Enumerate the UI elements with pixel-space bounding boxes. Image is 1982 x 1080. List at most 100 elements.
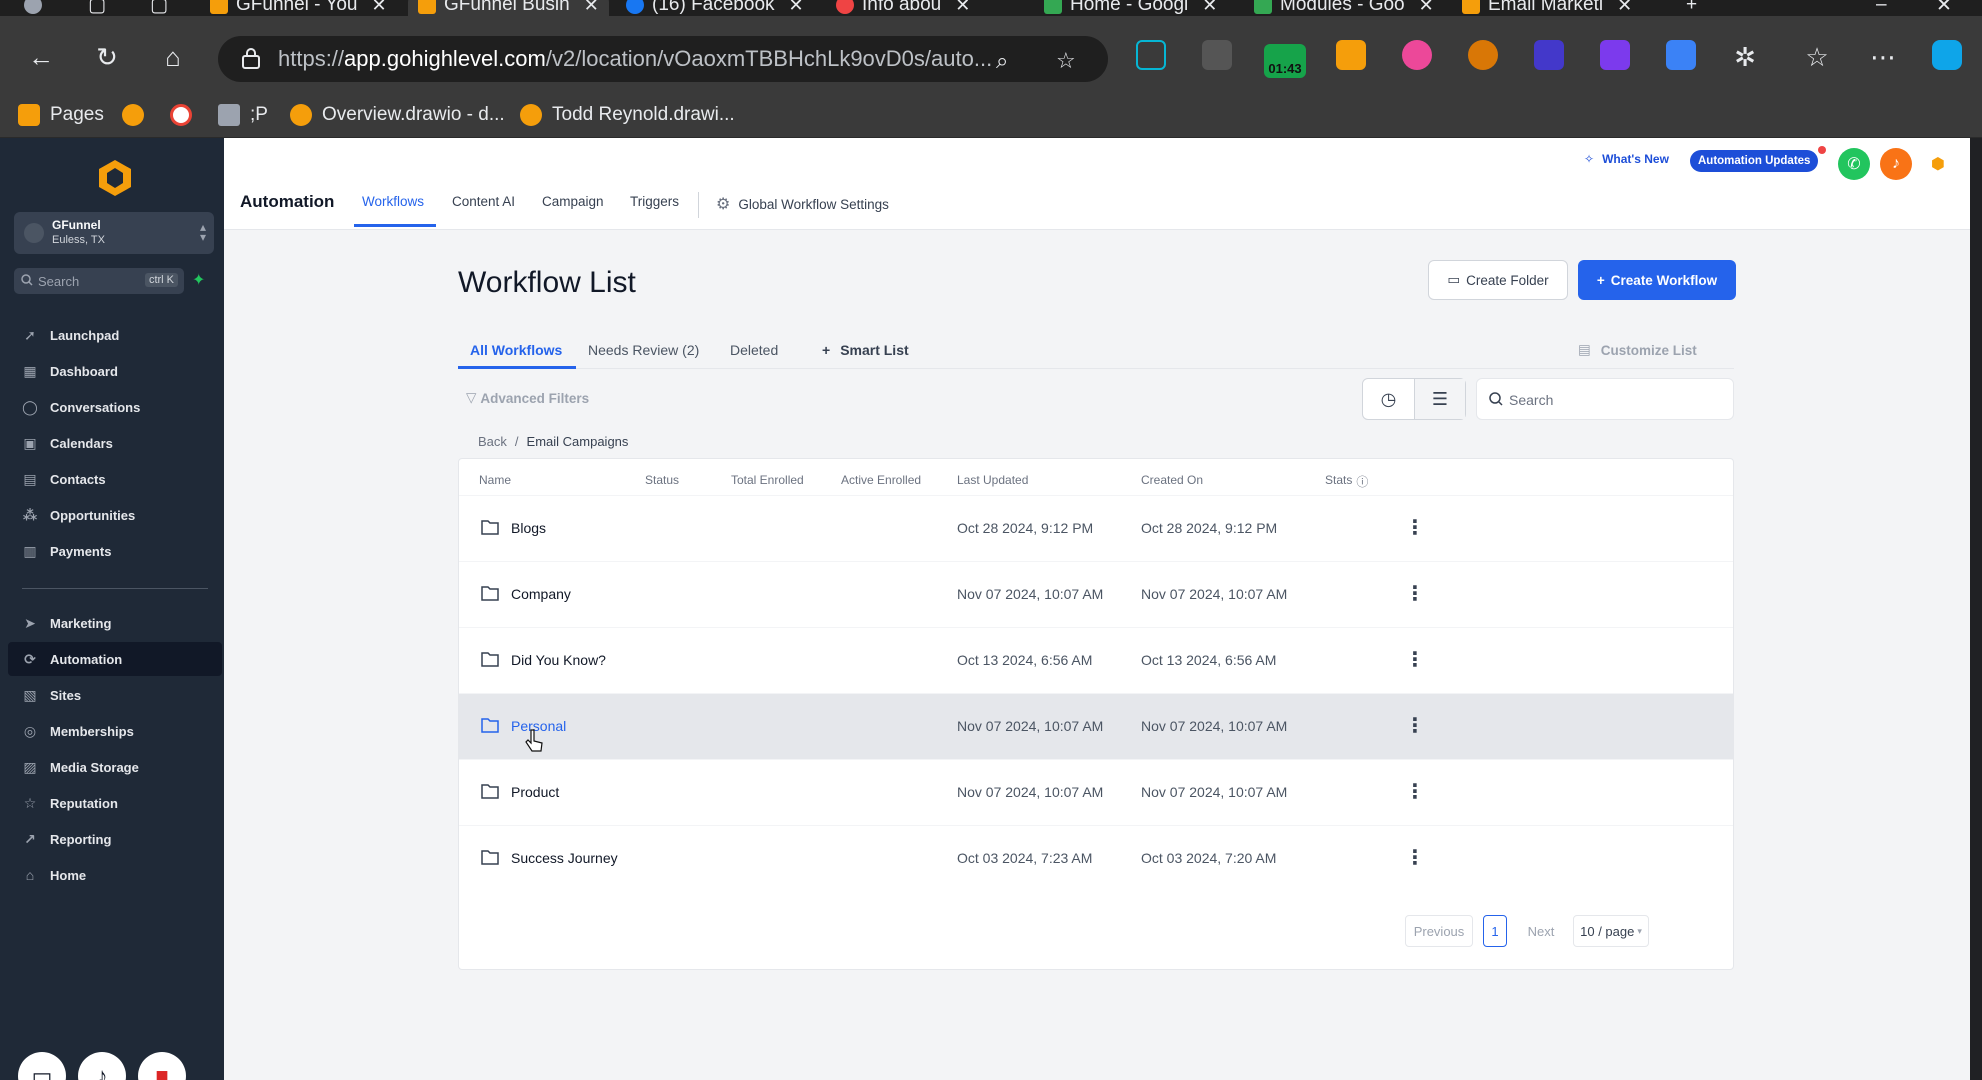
- browser-tab[interactable]: Email Marketi ✕: [1452, 0, 1642, 16]
- breadcrumb-back[interactable]: Back: [478, 434, 507, 449]
- address-bar[interactable]: https://app.gohighlevel.com/v2/location/…: [218, 36, 1108, 82]
- more-vertical-icon[interactable]: ⋮: [1403, 842, 1427, 872]
- sidebar-item-reporting[interactable]: ↗ Reporting: [8, 822, 222, 856]
- phone-icon[interactable]: ✆: [1838, 148, 1870, 180]
- sidebar-item-payments[interactable]: ▥ Payments: [8, 534, 222, 568]
- new-tab-icon[interactable]: +: [1676, 0, 1707, 16]
- table-row[interactable]: Product Nov 07 2024, 10:07 AM Nov 07 202…: [459, 759, 1733, 825]
- extensions-puzzle-icon[interactable]: ✲: [1728, 40, 1762, 74]
- row-name[interactable]: Company: [511, 586, 571, 602]
- global-workflow-settings-link[interactable]: ⚙ Global Workflow Settings: [716, 194, 889, 214]
- tab-actions-icon[interactable]: ▢: [140, 0, 178, 16]
- table-row[interactable]: Company Nov 07 2024, 10:07 AM Nov 07 202…: [459, 561, 1733, 627]
- record-stop-icon[interactable]: ■: [138, 1052, 186, 1080]
- more-vertical-icon[interactable]: ⋮: [1403, 644, 1427, 674]
- sidebar-item-dashboard[interactable]: ▦ Dashboard: [8, 354, 222, 388]
- bookmark-google[interactable]: [170, 104, 202, 126]
- sidebar-item-memberships[interactable]: ◎ Memberships: [8, 714, 222, 748]
- column-header-total-enrolled[interactable]: Total Enrolled: [731, 473, 804, 487]
- sidebar-item-calendars[interactable]: ▣ Calendars: [8, 426, 222, 460]
- table-row[interactable]: Blogs Oct 28 2024, 9:12 PM Oct 28 2024, …: [459, 495, 1733, 561]
- sidebar-item-sites[interactable]: ▧ Sites: [8, 678, 222, 712]
- sidebar-item-automation[interactable]: ⟳ Automation: [8, 642, 222, 676]
- extension-pen-icon[interactable]: [1600, 40, 1630, 70]
- extension-script-icon[interactable]: [1534, 40, 1564, 70]
- browser-tab[interactable]: (16) Facebook ✕: [616, 0, 814, 16]
- extension-timer-badge[interactable]: 01:43: [1264, 44, 1306, 78]
- profile-avatar[interactable]: [14, 0, 44, 16]
- more-vertical-icon[interactable]: ⋮: [1403, 776, 1427, 806]
- tab-content-ai[interactable]: Content AI: [452, 194, 515, 209]
- more-vertical-icon[interactable]: ⋮: [1403, 710, 1427, 740]
- column-header-name[interactable]: Name: [479, 473, 511, 487]
- column-header-status[interactable]: Status: [645, 473, 679, 487]
- zoom-icon[interactable]: ⌕: [996, 48, 1008, 74]
- workspaces-icon[interactable]: ▢: [78, 0, 116, 16]
- column-header-stats[interactable]: Stats ⓘ: [1325, 473, 1368, 490]
- browser-tab[interactable]: Modules - Goo ✕: [1244, 0, 1444, 16]
- list-view-icon[interactable]: ☰: [1413, 379, 1465, 419]
- bell-icon[interactable]: ♪: [1880, 148, 1912, 180]
- previous-page-button[interactable]: Previous: [1405, 915, 1473, 947]
- browser-tab[interactable]: Info abou ✕: [826, 0, 980, 16]
- back-icon[interactable]: ←: [24, 40, 58, 74]
- table-row-hovered[interactable]: Personal Nov 07 2024, 10:07 AM Nov 07 20…: [459, 693, 1733, 759]
- favorites-icon[interactable]: ☆: [1800, 40, 1834, 74]
- browser-tab-active[interactable]: GFunnel Busin ✕: [408, 0, 609, 16]
- automation-updates-badge[interactable]: Automation Updates: [1690, 150, 1819, 172]
- page-size-select[interactable]: 10 / page ▾: [1573, 915, 1649, 947]
- more-vertical-icon[interactable]: ⋮: [1403, 512, 1427, 542]
- more-vertical-icon[interactable]: ⋮: [1403, 578, 1427, 608]
- camera-icon[interactable]: ▭: [18, 1052, 66, 1080]
- tab-workflows[interactable]: Workflows: [362, 194, 424, 209]
- sidebar-search[interactable]: Search ctrl K: [14, 268, 184, 294]
- quick-action-bolt-icon[interactable]: ✦: [192, 270, 205, 290]
- bookmark-overview-drawio[interactable]: Overview.drawio - d...: [290, 104, 505, 126]
- extension-info-icon[interactable]: [1202, 40, 1232, 70]
- sidebar-item-home[interactable]: ⌂ Home: [8, 858, 222, 892]
- table-row[interactable]: Success Journey Oct 03 2024, 7:23 AM Oct…: [459, 825, 1733, 891]
- row-name[interactable]: Product: [511, 784, 559, 800]
- row-name[interactable]: Success Journey: [511, 850, 618, 866]
- table-row[interactable]: Did You Know? Oct 13 2024, 6:56 AM Oct 1…: [459, 627, 1733, 693]
- extension-color-icon[interactable]: [1402, 40, 1432, 70]
- sidebar-item-marketing[interactable]: ➤ Marketing: [8, 606, 222, 640]
- browser-tab[interactable]: Home - Googl ✕: [1034, 0, 1227, 16]
- extension-tag-icon[interactable]: [1666, 40, 1696, 70]
- column-header-last-updated[interactable]: Last Updated: [957, 473, 1028, 487]
- favorite-star-icon[interactable]: ☆: [1056, 48, 1076, 74]
- subtab-all-workflows[interactable]: All Workflows: [470, 342, 562, 358]
- tab-campaign[interactable]: Campaign: [542, 194, 604, 209]
- browser-tab[interactable]: GFunnel - You ✕: [200, 0, 397, 16]
- subtab-needs-review[interactable]: Needs Review (2): [588, 342, 699, 358]
- extension-cookie-icon[interactable]: [1468, 40, 1498, 70]
- whats-new-link[interactable]: ✧ What's New: [1584, 152, 1669, 166]
- user-avatar[interactable]: ⬢: [1922, 148, 1954, 180]
- create-workflow-button[interactable]: + Create Workflow: [1578, 260, 1736, 300]
- reload-icon[interactable]: ↻: [90, 40, 124, 74]
- advanced-filters-button[interactable]: ▽ Advanced Filters: [466, 390, 589, 406]
- bookmark-pages[interactable]: Pages: [18, 104, 104, 126]
- microphone-icon[interactable]: ♪: [78, 1052, 126, 1080]
- extension-n-icon[interactable]: [1136, 40, 1166, 70]
- bookmark-todd-reynold[interactable]: Todd Reynold.drawi...: [520, 104, 735, 126]
- subtab-deleted[interactable]: Deleted: [730, 342, 778, 358]
- sidebar-item-media-storage[interactable]: ▨ Media Storage: [8, 750, 222, 784]
- tab-triggers[interactable]: Triggers: [630, 194, 679, 209]
- account-switcher[interactable]: GFunnel Euless, TX ▴ ▾: [14, 212, 214, 254]
- sidebar-item-reputation[interactable]: ☆ Reputation: [8, 786, 222, 820]
- sidebar-item-contacts[interactable]: ▤ Contacts: [8, 462, 222, 496]
- row-name[interactable]: Blogs: [511, 520, 546, 536]
- bookmark-p[interactable]: ;P: [218, 104, 268, 126]
- column-header-created-on[interactable]: Created On: [1141, 473, 1203, 487]
- next-page-button[interactable]: Next: [1517, 915, 1565, 947]
- bookmark-icon-only[interactable]: [122, 104, 154, 126]
- sidebar-item-launchpad[interactable]: ➚ Launchpad: [8, 318, 222, 352]
- workflow-search-input[interactable]: Search: [1476, 378, 1734, 420]
- create-folder-button[interactable]: ▭ Create Folder: [1428, 260, 1568, 300]
- clock-icon[interactable]: ◷: [1363, 379, 1414, 419]
- window-close-icon[interactable]: ✕: [1926, 0, 1962, 16]
- smart-list-button[interactable]: + Smart List: [822, 342, 909, 358]
- column-header-active-enrolled[interactable]: Active Enrolled: [841, 473, 921, 487]
- page-number-button[interactable]: 1: [1483, 915, 1507, 947]
